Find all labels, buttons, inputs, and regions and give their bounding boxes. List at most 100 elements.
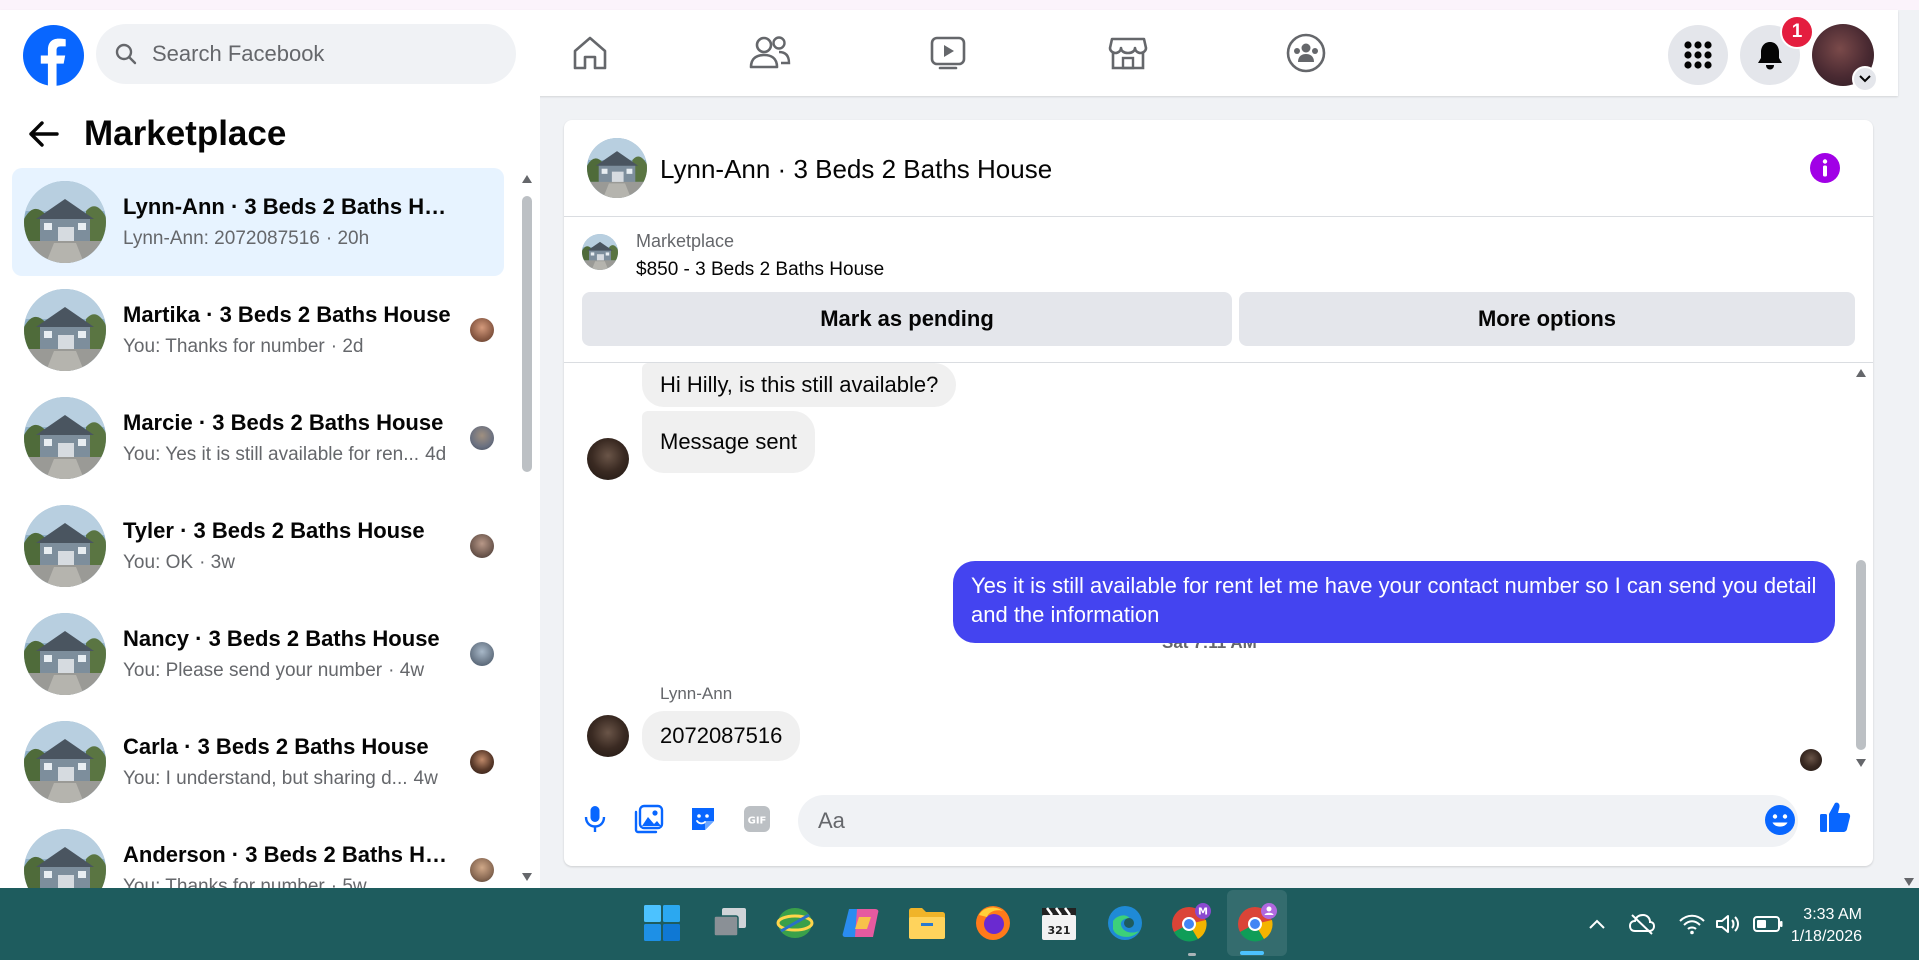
message-composer: GIF [564,792,1873,866]
panel-title: Marketplace [84,114,287,153]
search-bar[interactable] [96,24,516,84]
conversation-item[interactable]: Anderson · 3 Beds 2 Baths Ho... You: Tha… [12,816,504,888]
onedrive-status[interactable] [1628,910,1656,938]
send-like-button[interactable] [1818,800,1852,834]
listing-thumbnail [24,505,106,587]
search-input[interactable] [150,40,494,68]
conversation-time: · 5w [330,876,367,888]
message-bubble-incoming: Hi Hilly, is this still available? [642,363,957,407]
message-bubble-incoming: 2072087516 [642,711,801,761]
message-input[interactable] [798,795,1798,847]
conversation-time: 4w [413,768,438,789]
taskbar-app-copilot[interactable] [840,902,882,944]
volume-status[interactable] [1714,910,1742,938]
active-app-indicator [1240,951,1264,955]
account-menu-button[interactable] [1852,66,1878,92]
conversation-title: Martika · 3 Beds 2 Baths House [123,302,451,327]
listing-thumbnail [24,397,106,479]
sender-name: Lynn-Ann [660,684,733,703]
info-icon[interactable] [1809,152,1841,184]
photo-icon [634,804,664,834]
conversation-list-scrollbar[interactable] [518,170,534,886]
copilot-icon [842,909,879,937]
taskbar-edge[interactable] [1104,902,1146,944]
nav-groups[interactable] [1278,28,1334,78]
conversation-item[interactable]: Marcie · 3 Beds 2 Baths House You: Yes i… [12,384,504,492]
emoji-button[interactable] [1763,803,1797,837]
mark-as-pending-button[interactable]: Mark as pending [582,292,1232,346]
battery-status[interactable] [1752,910,1784,938]
menu-button[interactable] [1668,25,1728,85]
conversation-snippet: You: Thanks for number [123,876,325,888]
windows-taskbar: 321 M 3:33 AM 1/18/2026 [0,888,1919,960]
taskbar-app-globe[interactable] [774,902,816,944]
conversation-item[interactable]: Tyler · 3 Beds 2 Baths House You: OK · 3w [12,492,504,600]
clapperboard-icon: 321 [1042,907,1076,940]
svg-text:321: 321 [1048,924,1071,937]
listing-thumbnail[interactable] [582,234,618,270]
task-view-button[interactable] [709,902,751,944]
sticker-icon [692,808,714,830]
voice-clip-button[interactable] [578,802,612,836]
sticker-button[interactable] [686,802,720,836]
scroll-down-arrow-icon[interactable] [1855,758,1867,768]
taskbar-chrome-active[interactable] [1236,902,1278,944]
cloud-offline-icon [1628,913,1656,935]
read-receipt-avatar [470,858,494,882]
svg-text:GIF: GIF [748,816,767,827]
page-scroll-down-arrow-icon[interactable] [1903,877,1915,887]
conversation-item[interactable]: Lynn-Ann · 3 Beds 2 Baths House Lynn-Ann… [12,168,504,276]
marketplace-icon [1108,37,1148,70]
battery-icon [1753,916,1783,932]
taskbar-firefox[interactable] [972,902,1014,944]
conversation-title: Anderson · 3 Beds 2 Baths Ho... [123,842,453,867]
chat-scrollbar[interactable] [1852,366,1870,774]
scroll-up-arrow-icon[interactable] [1855,368,1867,378]
chat-listing-avatar[interactable] [587,138,647,198]
chrome-icon: M [1172,903,1211,942]
thumbs-up-icon [1820,802,1851,832]
clock-time: 3:33 AM [1803,906,1862,923]
scrollbar-thumb[interactable] [1856,560,1866,750]
read-receipt-avatar [470,642,494,666]
chat-title[interactable]: Lynn-Ann · 3 Beds 2 Baths House [660,154,1052,185]
video-icon [930,36,966,70]
gif-button[interactable]: GIF [740,802,774,836]
chrome-icon [1238,903,1277,942]
scrollbar-thumb[interactable] [522,196,532,472]
nav-marketplace[interactable] [1100,28,1156,78]
facebook-logo-icon[interactable] [23,25,84,86]
listing-summary: Marketplace $850 - 3 Beds 2 Baths House … [564,217,1873,363]
message-thread: Hi Hilly, is this still available? Messa… [564,363,1873,773]
scroll-down-arrow-icon[interactable] [521,872,533,882]
sender-avatar[interactable] [587,715,629,757]
back-arrow-icon[interactable] [28,120,60,148]
seen-by-avatar [1800,749,1822,771]
listing-thumbnail [24,289,106,371]
browser-top-strip [0,0,1919,10]
listing-thumbnail [24,829,106,888]
taskbar-file-explorer[interactable] [906,902,948,944]
conversation-item[interactable]: Martika · 3 Beds 2 Baths House You: Than… [12,276,504,384]
more-options-button[interactable]: More options [1239,292,1855,346]
nav-friends[interactable] [742,28,798,78]
attach-photo-button[interactable] [632,802,666,836]
taskbar-chrome-profile-m[interactable]: M [1170,902,1212,944]
sender-avatar[interactable] [587,438,629,480]
svg-text:M: M [1198,907,1208,918]
nav-video[interactable] [920,28,976,78]
taskbar-app-media[interactable]: 321 [1038,902,1080,944]
show-hidden-icons-button[interactable] [1586,910,1608,938]
microphone-icon [584,806,606,832]
chevron-up-icon [1589,919,1605,929]
listing-price-title[interactable]: $850 - 3 Beds 2 Baths House [636,259,884,281]
conversation-title: Tyler · 3 Beds 2 Baths House [123,518,425,543]
conversation-item[interactable]: Nancy · 3 Beds 2 Baths House You: Please… [12,600,504,708]
scroll-up-arrow-icon[interactable] [521,174,533,184]
nav-home[interactable] [562,28,618,78]
chat-header: Lynn-Ann · 3 Beds 2 Baths House [564,120,1873,217]
chat-panel: Lynn-Ann · 3 Beds 2 Baths House Marketpl… [564,120,1873,866]
wifi-status[interactable] [1678,910,1706,938]
start-button[interactable] [641,902,683,944]
conversation-item[interactable]: Carla · 3 Beds 2 Baths House You: I unde… [12,708,504,816]
